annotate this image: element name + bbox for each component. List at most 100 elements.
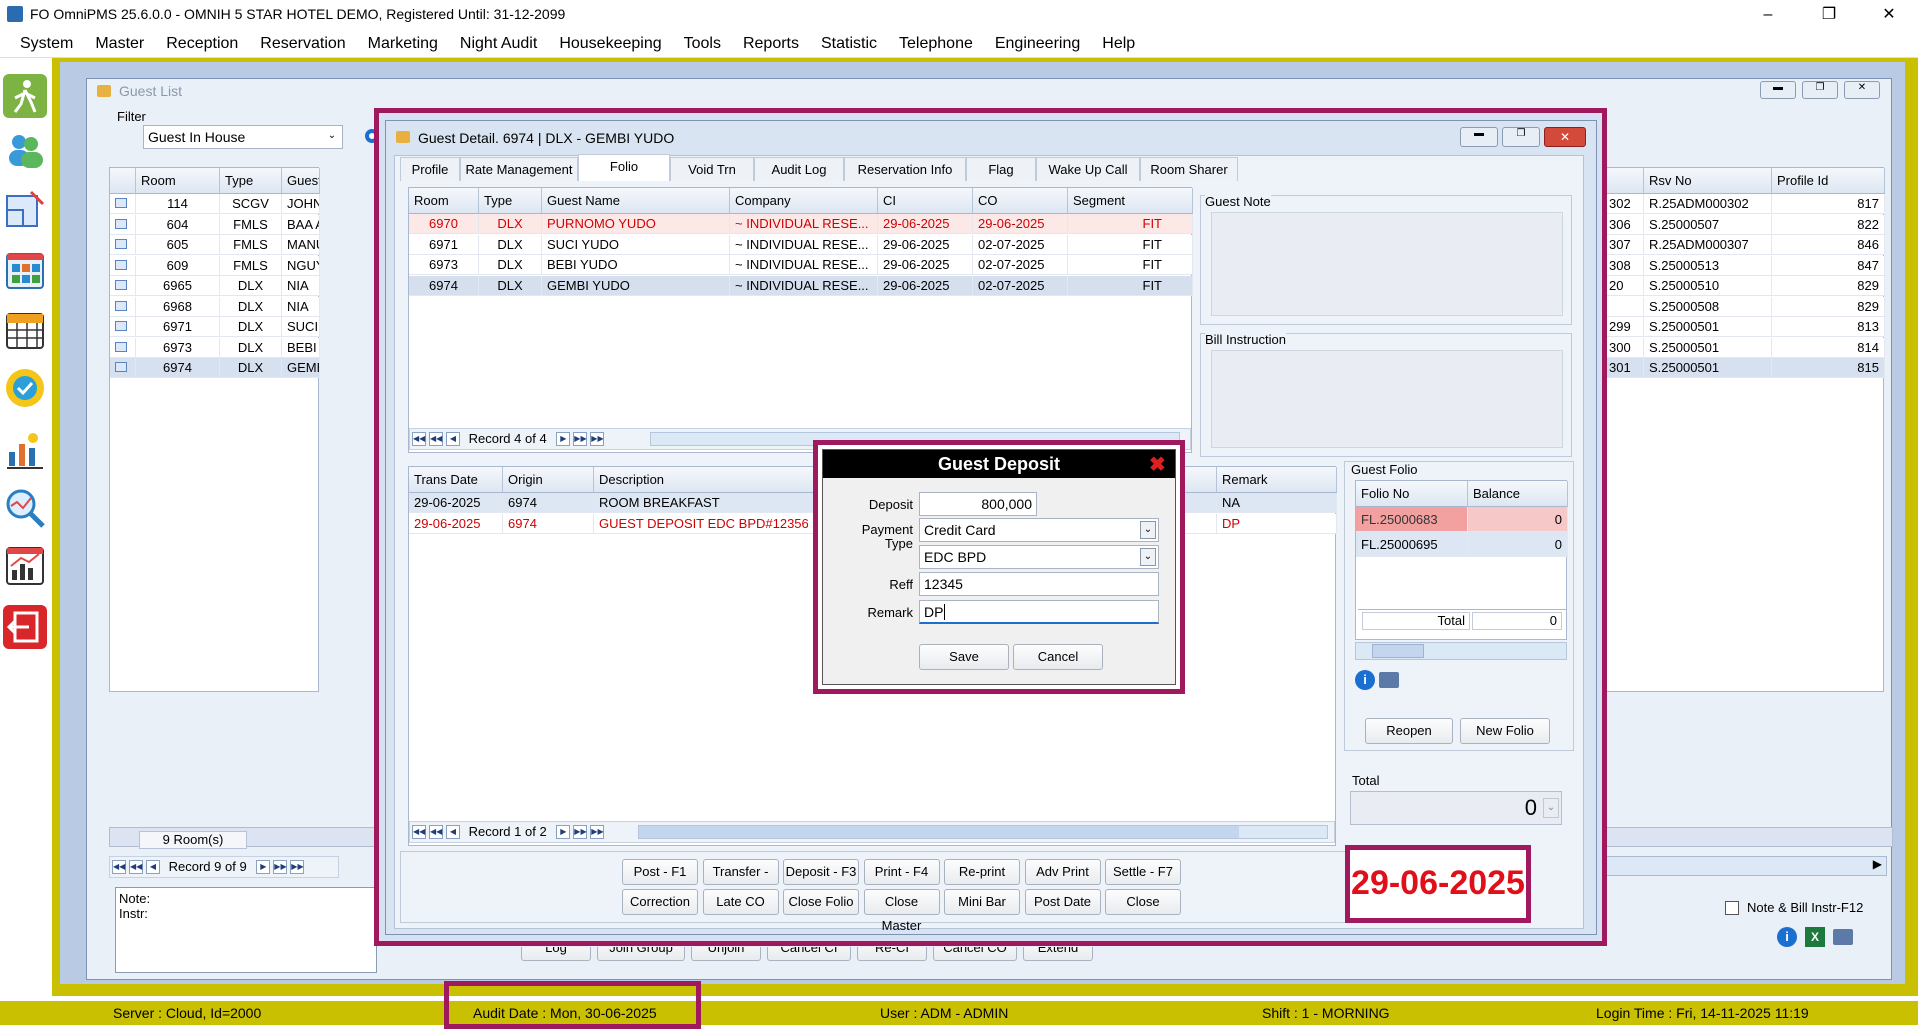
close-icon[interactable]: ✕ bbox=[1844, 81, 1880, 99]
payment-type-select[interactable]: EDC BPD ⌄ bbox=[919, 545, 1159, 569]
row-selector-icon[interactable] bbox=[110, 296, 136, 317]
name-cell[interactable]: GEMBI YUDO bbox=[542, 275, 730, 296]
next-page-icon[interactable]: ▶▶ bbox=[273, 860, 288, 874]
tab-void-trn[interactable]: Void Trn bbox=[670, 157, 754, 181]
post-button[interactable]: Post - F1 bbox=[622, 859, 698, 885]
menu-reception[interactable]: Reception bbox=[155, 30, 249, 58]
segment-cell[interactable]: FIT bbox=[1068, 255, 1193, 275]
unjoin-button[interactable]: Unjoin bbox=[691, 947, 761, 961]
filter-select[interactable]: Guest In House ⌄ bbox=[143, 125, 343, 149]
deposit-button[interactable]: Deposit - F3 bbox=[783, 859, 859, 885]
save-button[interactable]: Save bbox=[919, 644, 1009, 670]
guest-name-cell[interactable]: NIA bbox=[282, 276, 320, 296]
reservation-suffix-cell[interactable]: 308 bbox=[1604, 255, 1644, 276]
guests-icon[interactable] bbox=[3, 128, 47, 172]
profile-id-cell[interactable]: 847 bbox=[1772, 255, 1885, 276]
type-cell[interactable]: DLX bbox=[479, 275, 542, 296]
room-cell[interactable]: 6965 bbox=[136, 276, 220, 296]
settle-button[interactable]: Settle - F7 bbox=[1105, 859, 1181, 885]
origin-cell[interactable]: 6974 bbox=[503, 513, 594, 534]
chevron-down-icon[interactable]: ⌄ bbox=[1543, 798, 1559, 818]
menu-reports[interactable]: Reports bbox=[732, 30, 810, 58]
profile-id-cell[interactable]: 817 bbox=[1772, 194, 1885, 214]
rsv-no-cell[interactable]: S.25000501 bbox=[1644, 358, 1772, 378]
folio-scrollbar[interactable] bbox=[1355, 642, 1567, 660]
menu-housekeeping[interactable]: Housekeeping bbox=[548, 30, 672, 58]
menu-marketing[interactable]: Marketing bbox=[357, 30, 449, 58]
cancel-ci-button[interactable]: Cancel CI bbox=[767, 947, 851, 961]
room-cell[interactable]: 609 bbox=[136, 255, 220, 276]
room-grid-icon[interactable] bbox=[3, 248, 47, 292]
co-cell[interactable]: 02-07-2025 bbox=[973, 255, 1068, 275]
post-date-button[interactable]: Post Date bbox=[1024, 889, 1101, 915]
printer-icon[interactable] bbox=[1379, 672, 1399, 688]
reopen-button[interactable]: Reopen bbox=[1365, 718, 1453, 744]
reservation-suffix-cell[interactable] bbox=[1604, 296, 1644, 317]
walk-in-icon[interactable] bbox=[3, 74, 47, 118]
floor-plan-icon[interactable] bbox=[3, 188, 47, 232]
room-cell[interactable]: 604 bbox=[136, 214, 220, 235]
room-cell[interactable]: 6971 bbox=[136, 317, 220, 337]
next-page-icon[interactable]: ▶▶ bbox=[573, 825, 588, 839]
type-cell[interactable]: FMLS bbox=[220, 255, 282, 276]
note-bill-checkbox[interactable] bbox=[1725, 901, 1739, 915]
prev-page-icon[interactable]: ◀◀ bbox=[429, 825, 443, 839]
horizontal-scrollbar[interactable] bbox=[650, 432, 1180, 446]
restore-icon[interactable]: ❐ bbox=[1502, 127, 1540, 147]
info-icon[interactable]: i bbox=[1355, 670, 1375, 690]
horizontal-scrollbar[interactable]: ▶ bbox=[1597, 856, 1887, 876]
cancel-co-button[interactable]: Cancel CO bbox=[933, 947, 1017, 961]
company-cell[interactable]: ~ INDIVIDUAL RESE... bbox=[730, 275, 878, 296]
col-ci[interactable]: CI bbox=[878, 188, 973, 214]
segment-cell[interactable]: FIT bbox=[1068, 275, 1193, 296]
night-audit-icon[interactable] bbox=[3, 428, 47, 472]
reservation-suffix-cell[interactable]: 307 bbox=[1604, 235, 1644, 255]
col-profile-id[interactable]: Profile Id bbox=[1772, 168, 1885, 194]
rsv-no-cell[interactable]: S.25000507 bbox=[1644, 214, 1772, 235]
col-trans-date[interactable]: Trans Date bbox=[409, 467, 503, 493]
col-room[interactable]: Room bbox=[136, 168, 220, 194]
ci-cell[interactable]: 29-06-2025 bbox=[878, 255, 973, 275]
col-balance[interactable]: Balance bbox=[1468, 481, 1568, 507]
menu-tools[interactable]: Tools bbox=[673, 30, 732, 58]
rsv-no-cell[interactable]: R.25ADM000302 bbox=[1644, 194, 1772, 214]
co-cell[interactable]: 02-07-2025 bbox=[973, 275, 1068, 296]
reservation-suffix-cell[interactable]: 306 bbox=[1604, 214, 1644, 235]
new-folio-button[interactable]: New Folio bbox=[1460, 718, 1550, 744]
guest-name-cell[interactable]: JOHN ALL bbox=[282, 194, 320, 214]
close-folio-button[interactable]: Close Folio bbox=[783, 889, 859, 915]
profile-id-cell[interactable]: 815 bbox=[1772, 358, 1885, 378]
menu-master[interactable]: Master bbox=[84, 30, 155, 58]
reservation-suffix-cell[interactable]: 300 bbox=[1604, 337, 1644, 358]
close-master-button[interactable]: Close Master bbox=[863, 889, 940, 933]
deposit-amount-input[interactable]: 800,000 bbox=[919, 492, 1037, 516]
guest-name-cell[interactable]: BAA ADO bbox=[282, 214, 320, 235]
type-cell[interactable]: SCGV bbox=[220, 194, 282, 214]
col-guest-name[interactable]: Guest Name bbox=[542, 188, 730, 214]
extend-button[interactable]: Extend bbox=[1023, 947, 1093, 961]
col-room[interactable]: Room bbox=[409, 188, 479, 214]
tab-reservation-info[interactable]: Reservation Info bbox=[844, 157, 966, 181]
row-selector-icon[interactable] bbox=[110, 235, 136, 255]
ci-cell[interactable]: 29-06-2025 bbox=[878, 214, 973, 234]
room-cell[interactable]: 6970 bbox=[409, 214, 479, 234]
tab-rate-management[interactable]: Rate Management bbox=[460, 157, 578, 181]
col-origin[interactable]: Origin bbox=[503, 467, 594, 493]
prev-page-icon[interactable]: ◀◀ bbox=[429, 432, 443, 446]
re-ci-button[interactable]: Re-CI bbox=[857, 947, 927, 961]
next-record-icon[interactable]: ▶ bbox=[556, 432, 571, 446]
type-cell[interactable]: DLX bbox=[220, 337, 282, 358]
tab-profile[interactable]: Profile bbox=[400, 157, 460, 181]
col-co[interactable]: CO bbox=[973, 188, 1068, 214]
rsv-no-cell[interactable]: S.25000501 bbox=[1644, 337, 1772, 358]
reff-input[interactable]: 12345 bbox=[919, 572, 1159, 596]
last-record-icon[interactable]: ▶▶ bbox=[590, 825, 605, 839]
room-cell[interactable]: 6968 bbox=[136, 296, 220, 317]
remark-cell[interactable]: NA bbox=[1217, 493, 1337, 513]
scroll-thumb[interactable] bbox=[1372, 644, 1424, 658]
join-group-button[interactable]: Join Group bbox=[597, 947, 685, 961]
last-record-icon[interactable]: ▶▶ bbox=[290, 860, 305, 874]
log-button[interactable]: Log bbox=[521, 947, 591, 961]
col-type[interactable]: Type bbox=[479, 188, 542, 214]
profile-id-cell[interactable]: 814 bbox=[1772, 337, 1885, 358]
